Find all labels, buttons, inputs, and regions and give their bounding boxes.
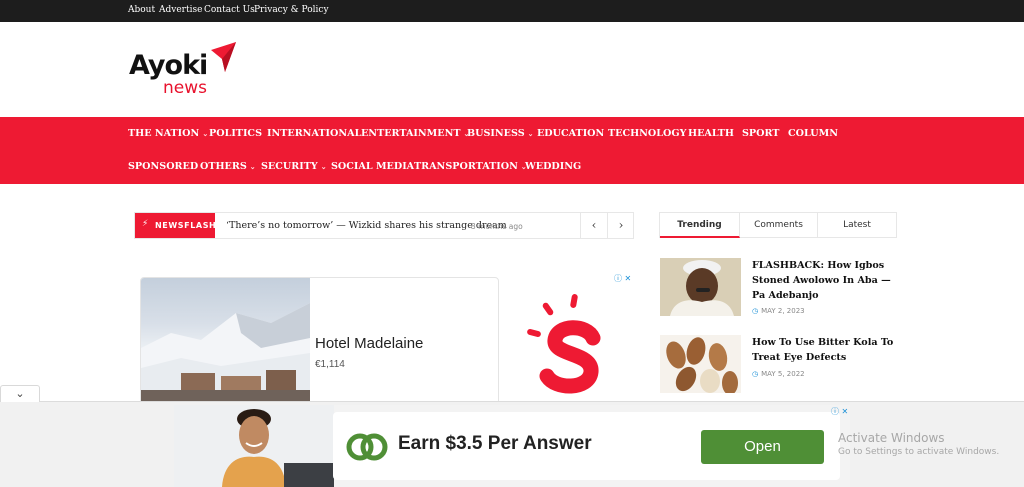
nav-item-politics[interactable]: POLITICS [209, 128, 262, 139]
contact-us-link[interactable]: Contact Us [204, 5, 255, 15]
clock-icon: ◷ [752, 307, 759, 315]
post-date: ◷ MAY 2, 2023 [752, 307, 805, 315]
post-thumbnail[interactable] [660, 335, 741, 393]
ad-card: Earn $3.5 Per Answer Open [333, 412, 840, 480]
newsflash-prev-button[interactable]: ‹ [580, 213, 607, 238]
newsflash-ticker: ⚡ NEWSFLASH ‘There’s no tomorrow’ — Wizk… [134, 212, 634, 239]
tab-latest[interactable]: Latest [818, 213, 896, 238]
nav-item-others[interactable]: OTHERS ⌄ [200, 161, 256, 172]
nav-item-transportation[interactable]: TRANSPORTATION ⌄ [414, 161, 527, 172]
chevron-right-icon: › [618, 218, 624, 232]
chevron-left-icon: ‹ [591, 218, 597, 232]
logo-arrow-icon [211, 42, 236, 72]
nav-item-education[interactable]: EDUCATION [537, 128, 604, 139]
advertise-link[interactable]: Advertise [159, 5, 202, 15]
top-bar: About Advertise Contact Us Privacy & Pol… [0, 0, 1024, 22]
nav-item-international[interactable]: INTERNATIONAL [267, 128, 361, 139]
site-logo[interactable]: Ayoki news [129, 42, 249, 100]
nav-item-column[interactable]: COLUMN [788, 128, 838, 139]
nav-item-sport[interactable]: SPORT [742, 128, 779, 139]
post-title[interactable]: How To Use Bitter Kola To Treat Eye Defe… [752, 335, 900, 365]
post-title[interactable]: FLASHBACK: How Igbos Stoned Awolowo In A… [752, 258, 900, 303]
activate-windows-watermark: Activate Windows Go to Settings to activ… [838, 431, 1000, 457]
hotel-photo [141, 278, 310, 406]
newsflash-time: 3 months ago [471, 222, 523, 231]
nav-item-business[interactable]: BUSINESS ⌄ [467, 128, 534, 139]
chevron-down-icon: ⌄ [249, 162, 256, 171]
ad-open-button[interactable]: Open [701, 430, 824, 464]
chevron-down-icon: ⌄ [320, 162, 327, 171]
adchoices-icon[interactable]: ⓘ ✕ [831, 406, 853, 416]
bottom-ad[interactable]: Earn $3.5 Per Answer Open [174, 405, 850, 487]
ad-person-image [174, 405, 334, 487]
collapse-ad-button[interactable]: ⌄ [0, 385, 40, 402]
nav-item-the-nation[interactable]: THE NATION ⌄ [128, 128, 208, 139]
trending-post[interactable]: How To Use Bitter Kola To Treat Eye Defe… [660, 335, 900, 395]
hotel-ad-price: €1,114 [315, 359, 345, 370]
hotel-ad-title: Hotel Madelaine [315, 335, 424, 352]
main-nav: THE NATION ⌄ POLITICS INTERNATIONAL ENTER… [0, 117, 1024, 184]
nav-item-security[interactable]: SECURITY ⌄ [261, 161, 327, 172]
post-date: ◷ MAY 5, 2022 [752, 370, 805, 378]
clock-icon: ◷ [752, 370, 759, 378]
brand-s-logo-icon [527, 294, 601, 394]
chevron-down-icon: ⌄ [527, 129, 534, 138]
ad-headline: Earn $3.5 Per Answer [398, 433, 592, 454]
adchoices-icon[interactable]: ⓘ ✕ [614, 273, 636, 283]
chevron-down-icon: ⌄ [202, 129, 209, 138]
nav-item-social-media[interactable]: SOCIAL MEDIA [331, 161, 414, 172]
nav-item-wedding[interactable]: WEDDING [525, 161, 581, 172]
logo-subtext: news [163, 78, 207, 98]
newsflash-next-button[interactable]: › [607, 213, 634, 238]
newsflash-label: ⚡ NEWSFLASH [135, 213, 216, 238]
rings-logo-icon [346, 433, 388, 461]
privacy-policy-link[interactable]: Privacy & Policy [254, 5, 329, 15]
lightning-icon: ⚡ [142, 219, 149, 229]
about-link[interactable]: About [128, 5, 155, 15]
post-thumbnail[interactable] [660, 258, 741, 316]
logo-wordmark: Ayoki [129, 50, 208, 81]
chevron-down-icon: ⌄ [15, 387, 25, 400]
brand-s-ad[interactable] [527, 294, 609, 398]
sidebar-tabs: Trending Comments Latest [659, 212, 897, 238]
tab-trending[interactable]: Trending [660, 213, 740, 238]
nav-item-entertainment[interactable]: ENTERTAINMENT ⌄ [361, 128, 469, 139]
trending-post[interactable]: FLASHBACK: How Igbos Stoned Awolowo In A… [660, 258, 900, 318]
hotel-ad[interactable]: Hotel Madelaine €1,114 [140, 277, 499, 407]
tab-comments[interactable]: Comments [740, 213, 818, 238]
newsflash-headline[interactable]: ‘There’s no tomorrow’ — Wizkid shares hi… [226, 220, 507, 231]
nav-item-sponsored[interactable]: SPONSORED [128, 161, 198, 172]
nav-item-technology[interactable]: TECHNOLOGY [608, 128, 686, 139]
nav-item-health[interactable]: HEALTH [688, 128, 734, 139]
